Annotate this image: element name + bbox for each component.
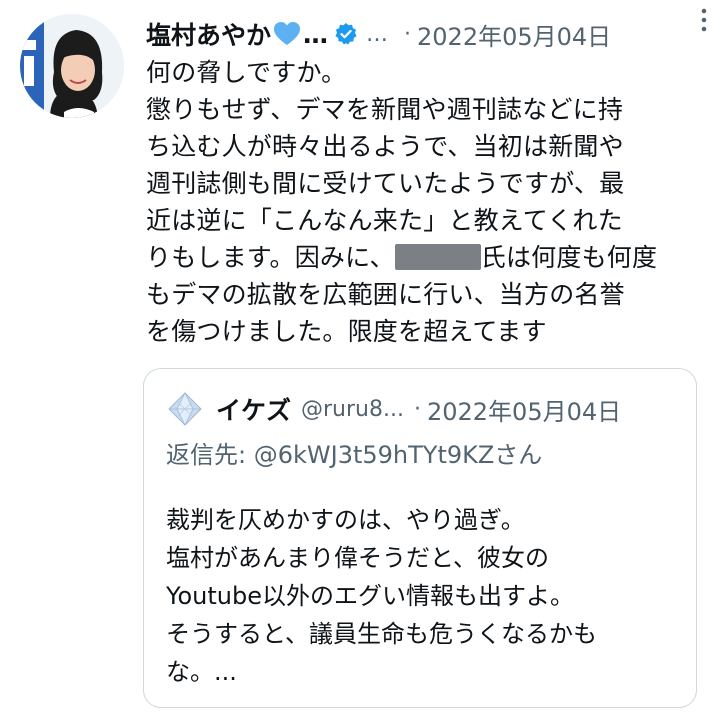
- quoted-line: な。...: [166, 658, 237, 686]
- quoted-author-name[interactable]: イケズ: [216, 391, 291, 427]
- quoted-date[interactable]: 2022年05月04日: [427, 392, 621, 427]
- quoted-avatar[interactable]: [166, 390, 204, 428]
- redaction-block: [394, 244, 481, 270]
- quoted-text: 裁判を仄めかすのは、やり過ぎ。 塩村があんまり偉そうだと、彼女の Youtube…: [166, 501, 686, 691]
- tweet-line: 近は逆に「こんなん来た」と教えてくれた: [146, 206, 623, 235]
- reply-to[interactable]: 返信先: @6kWJ3t59hTYt9KZさん: [166, 435, 542, 470]
- author-name[interactable]: 塩村あやか: [146, 16, 271, 52]
- tweet-header: 塩村あやか … … · 2022年05月04日: [146, 14, 704, 54]
- tweet-line: もデマの拡散を広範囲に行い、当方の名誉: [146, 280, 625, 309]
- quoted-line: そうすると、議員生命も危うくなるかも: [166, 620, 598, 648]
- tweet-line: 懲りもせず、デマを新聞や週刊誌などに持: [146, 95, 624, 124]
- tweet-line: ち込む人が時々出るようで、当初は新聞や: [146, 132, 624, 161]
- more-vertical-icon[interactable]: [690, 6, 718, 34]
- quoted-line: 塩村があんまり偉そうだと、彼女の: [166, 544, 550, 572]
- tweet-line: 何の脅しですか。: [146, 58, 347, 87]
- tweet-date[interactable]: 2022年05月04日: [417, 17, 611, 52]
- tweet-line-part: りもします。因みに、: [146, 243, 395, 272]
- tweet[interactable]: 塩村あやか … … · 2022年05月04日 何の脅しですか。 懲りもせず、デ…: [0, 0, 720, 719]
- quoted-line: Youtube以外のエグい情報も出すよ。: [166, 582, 574, 610]
- separator-dot: ·: [404, 21, 412, 47]
- quoted-line: 裁判を仄めかすのは、やり過ぎ。: [166, 506, 525, 534]
- author-handle[interactable]: …: [366, 22, 388, 47]
- diamond-avatar-icon: [166, 390, 204, 428]
- name-ellipsis: …: [303, 19, 329, 49]
- verified-badge-icon: [334, 22, 358, 46]
- quoted-header: イケズ @ruru8... · 2022年05月04日: [166, 389, 680, 429]
- quoted-author-handle[interactable]: @ruru8...: [301, 397, 404, 422]
- blue-heart-icon: [273, 21, 301, 47]
- separator-dot: ·: [413, 396, 421, 422]
- quoted-tweet[interactable]: イケズ @ruru8... · 2022年05月04日 返信先: @6kWJ3t…: [143, 368, 697, 708]
- tweet-line: を傷つけました。限度を超えてます: [146, 317, 547, 346]
- avatar-photo: [20, 14, 124, 118]
- tweet-line: りもします。因みに、 氏は何度も何度: [146, 239, 706, 276]
- tweet-line: 週刊誌側も間に受けていたようですが、最: [146, 169, 625, 198]
- author-avatar[interactable]: [20, 14, 124, 118]
- tweet-line-part: 氏は何度も何度: [480, 243, 658, 272]
- tweet-text: 何の脅しですか。 懲りもせず、デマを新聞や週刊誌などに持 ち込む人が時々出るよう…: [146, 54, 706, 350]
